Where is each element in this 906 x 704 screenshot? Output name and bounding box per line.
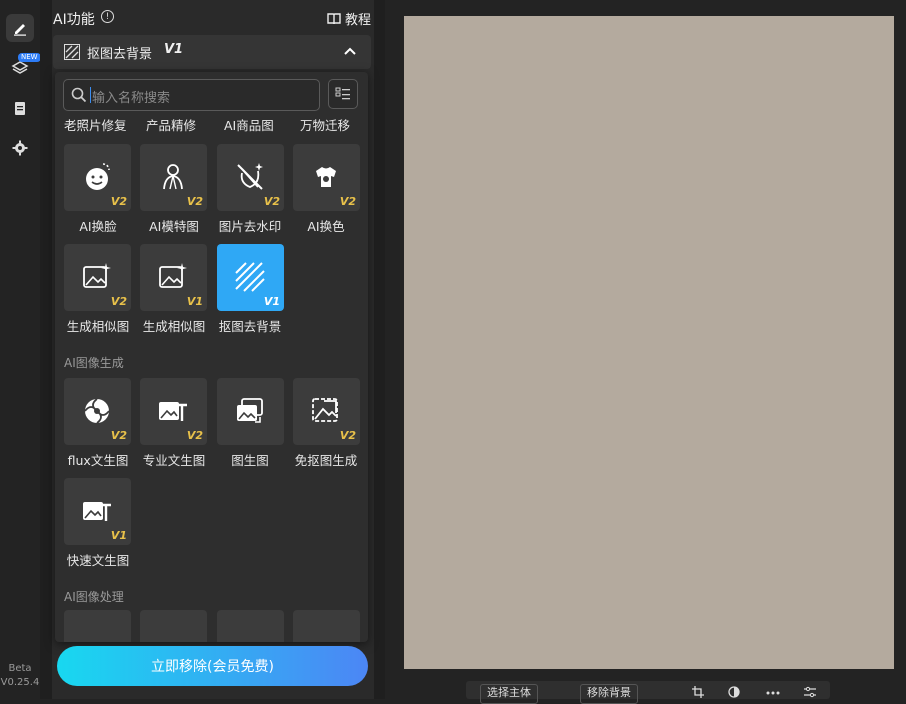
remove-now-button[interactable]: 立即移除(会员免费) <box>57 646 368 686</box>
tile-process-3[interactable] <box>217 610 284 642</box>
tile-version: V2 <box>263 195 280 208</box>
chevron-up-icon <box>344 47 356 55</box>
tile-label: 抠图去背景 <box>218 319 282 334</box>
notes-button[interactable] <box>6 94 34 122</box>
tutorial-link[interactable]: 教程 <box>327 9 371 28</box>
panel-gutter-left <box>40 0 52 699</box>
text-caret <box>90 87 91 103</box>
tile-label: AI模特图 <box>149 219 199 234</box>
contrast-icon[interactable] <box>728 686 740 698</box>
text-to-image-icon <box>159 402 187 421</box>
feature-label[interactable]: AI商品图 <box>224 115 274 134</box>
new-badge: NEW <box>18 53 41 62</box>
tile-watermark-remove[interactable]: V2 <box>217 144 284 211</box>
tile-label: 图生图 <box>231 453 269 468</box>
tile-process-2[interactable] <box>140 610 207 642</box>
tile-version: V2 <box>339 195 356 208</box>
tile-version: V2 <box>186 195 203 208</box>
tile-version: V1 <box>110 529 127 542</box>
clipboard-icon <box>15 102 25 115</box>
version-number: V0.25.4 <box>0 677 40 688</box>
tile-label: 快速文生图 <box>66 553 130 568</box>
remove-background-button[interactable]: 移除背景 <box>580 684 638 704</box>
tile-version: V2 <box>339 429 356 442</box>
tile-version: V1 <box>263 295 280 308</box>
list-view-button[interactable] <box>328 79 358 109</box>
image-to-image-icon <box>237 398 263 423</box>
tile-version: V1 <box>186 295 203 308</box>
category-ai-generate: AI图像生成 <box>64 356 124 370</box>
tile-face-swap[interactable]: V2 <box>64 144 131 211</box>
tile-label: AI换脸 <box>79 219 117 234</box>
info-icon[interactable]: ! <box>101 10 114 23</box>
feature-label[interactable]: 万物迁移 <box>300 115 350 134</box>
tile-label: 图片去水印 <box>218 219 282 234</box>
tile-label: flux文生图 <box>67 453 129 468</box>
model-icon <box>163 164 183 190</box>
tile-process-1[interactable] <box>64 610 131 642</box>
tile-ai-model[interactable]: V2 <box>140 144 207 211</box>
tile-fast-text-to-image[interactable]: V1 <box>64 478 131 545</box>
adjust-icon[interactable] <box>804 686 816 698</box>
tile-image-to-image[interactable] <box>217 378 284 445</box>
text-to-image-icon <box>83 502 111 521</box>
watermark-remove-icon <box>237 163 263 190</box>
feature-selector[interactable]: 抠图去背景 V1 <box>53 35 371 69</box>
tile-label: 生成相似图 <box>142 319 206 334</box>
feature-dropdown: 输入名称搜索 老照片修复 产品精修 AI商品图 万物迁移 V2 AI换脸 V2 … <box>55 72 368 642</box>
feature-label[interactable]: 老照片修复 <box>64 115 127 134</box>
left-rail: NEW Beta V0.25.4 <box>0 0 41 699</box>
tile-flux[interactable]: V2 <box>64 378 131 445</box>
canvas-toolbar: 选择主体 移除背景 <box>466 681 830 704</box>
tile-version: V2 <box>110 429 127 442</box>
ai-panel-title: AI功能 <box>53 12 95 28</box>
feature-label[interactable]: 产品精修 <box>146 115 196 134</box>
gear-icon <box>12 140 28 156</box>
tile-similar-image-v1[interactable]: V1 <box>140 244 207 311</box>
cutout-icon <box>235 262 265 292</box>
top-feature-row: 老照片修复 产品精修 AI商品图 万物迁移 <box>55 115 368 135</box>
tile-recolor[interactable]: V2 <box>293 144 360 211</box>
cutout-icon <box>64 44 80 60</box>
search-input[interactable]: 输入名称搜索 <box>63 79 320 111</box>
tile-label: 专业文生图 <box>142 453 206 468</box>
preview-image[interactable] <box>404 16 894 669</box>
pencil-icon <box>14 24 26 36</box>
tile-version: V2 <box>186 429 203 442</box>
version-beta: Beta <box>8 663 32 674</box>
crop-icon[interactable] <box>692 686 704 698</box>
tile-pro-text-to-image[interactable]: V2 <box>140 378 207 445</box>
feature-selector-label: 抠图去背景 <box>87 47 153 62</box>
tile-process-4[interactable] <box>293 610 360 642</box>
tile-no-cutout-generate[interactable]: V2 <box>293 378 360 445</box>
ai-panel-header: AI功能 ! 教程 <box>53 8 373 28</box>
edit-tool-button[interactable] <box>6 14 34 42</box>
select-subject-button[interactable]: 选择主体 <box>480 684 538 704</box>
settings-button[interactable] <box>6 134 34 162</box>
tile-label: AI换色 <box>307 219 345 234</box>
face-swap-icon <box>86 163 110 190</box>
similar-image-icon <box>83 263 111 288</box>
more-icon[interactable] <box>766 687 780 699</box>
tile-cutout-selected[interactable]: V1 <box>217 244 284 311</box>
search-placeholder: 输入名称搜索 <box>92 91 171 106</box>
panel-gutter-right <box>374 0 385 699</box>
search-icon <box>71 87 87 103</box>
similar-image-icon <box>159 263 187 288</box>
recolor-icon <box>316 167 336 187</box>
book-icon <box>327 12 341 24</box>
tile-label: 免抠图生成 <box>294 453 358 468</box>
list-icon <box>335 87 350 100</box>
tile-version: V2 <box>110 295 127 308</box>
tile-similar-image-v2[interactable]: V2 <box>64 244 131 311</box>
tutorial-label: 教程 <box>344 13 371 28</box>
feature-version: V1 <box>164 42 184 57</box>
tile-version: V2 <box>110 195 127 208</box>
tile-label: 生成相似图 <box>66 319 130 334</box>
category-ai-process: AI图像处理 <box>64 590 124 604</box>
flux-icon <box>84 398 110 424</box>
no-cutout-icon <box>312 398 338 422</box>
